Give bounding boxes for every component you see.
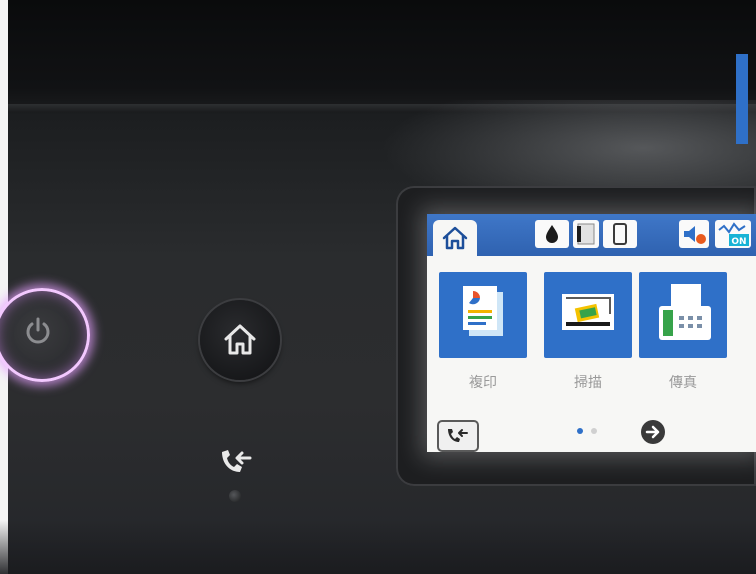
scan-icon (562, 294, 614, 330)
wifi-on-badge: ON (731, 237, 746, 247)
lcd-status-bar: ON (427, 214, 756, 256)
frame-edge (0, 0, 8, 574)
phone-status[interactable] (603, 220, 637, 248)
fax-icon (659, 284, 711, 340)
app-scan[interactable] (544, 272, 632, 358)
home-icon (442, 226, 468, 250)
home-button[interactable] (200, 300, 280, 380)
phone-icon (613, 223, 627, 245)
power-icon (26, 317, 50, 344)
app-label-copy: 複印 (469, 375, 497, 391)
copy-icon (463, 286, 503, 336)
sound-status[interactable] (679, 220, 709, 248)
printer-top-shadow (0, 0, 756, 110)
paper-icon (577, 223, 595, 245)
app-label-scan: 掃描 (574, 375, 602, 391)
bottom-shadow (0, 520, 756, 574)
lcd-home-tab[interactable] (433, 220, 477, 256)
ink-drop-icon (546, 225, 558, 243)
fax-indicator-light (229, 490, 241, 502)
paper-status[interactable] (573, 220, 599, 248)
page-dot-2 (591, 428, 597, 434)
app-fax[interactable] (639, 272, 727, 358)
app-copy[interactable] (439, 272, 527, 358)
next-app-tile-edge (736, 54, 748, 144)
app-grid: 複印 掃描 傳真 (427, 268, 756, 391)
ink-status[interactable] (535, 220, 569, 248)
speaker-icon (684, 226, 706, 244)
fax-log-button[interactable] (437, 420, 479, 452)
fax-log-icon (448, 429, 468, 442)
fax-receive-icon (222, 450, 252, 472)
page-dot-1 (577, 428, 583, 434)
app-label-fax: 傳真 (669, 375, 697, 391)
arrow-right-icon (645, 425, 660, 439)
wifi-on-icon: ON (718, 222, 749, 247)
next-page-button[interactable] (641, 420, 665, 444)
lcd-screen: ON 複印 掃描 傳真 (427, 214, 756, 452)
wifi-status[interactable]: ON (715, 220, 751, 248)
lcd-bottom-bar (427, 414, 756, 452)
home-icon (224, 324, 256, 355)
